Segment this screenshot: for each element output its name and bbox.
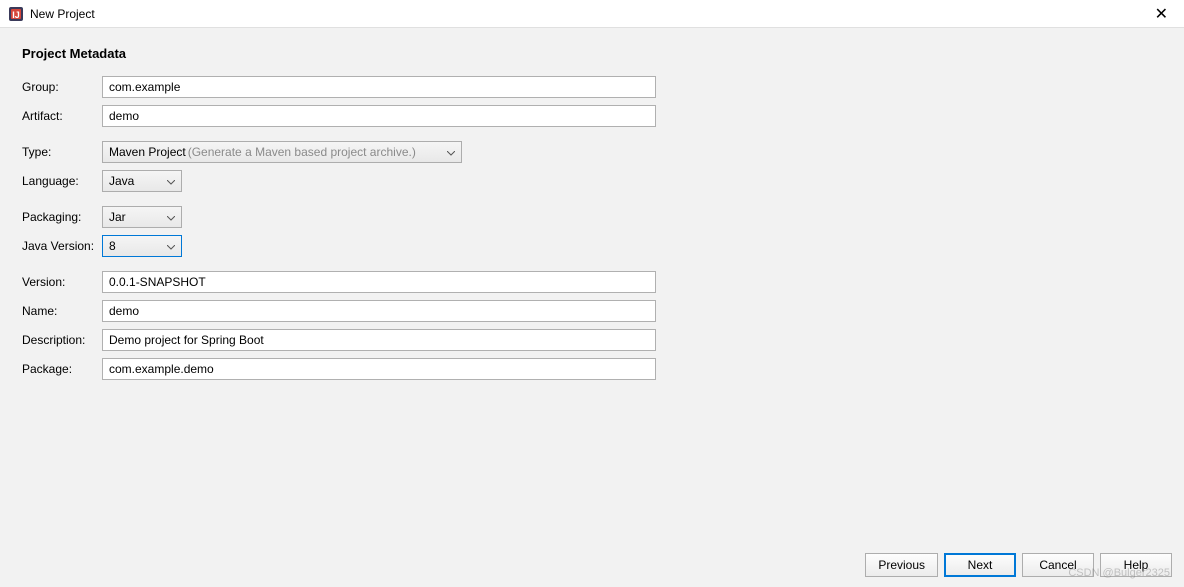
row-group: Group: [22, 75, 1162, 99]
select-language-value: Java [109, 174, 134, 188]
window-title: New Project [30, 7, 1147, 21]
input-package[interactable] [102, 358, 656, 380]
row-artifact: Artifact: [22, 104, 1162, 128]
close-icon[interactable]: ✕ [1147, 2, 1176, 26]
row-description: Description: [22, 328, 1162, 352]
select-language[interactable]: Java [102, 170, 182, 192]
select-type[interactable]: Maven Project (Generate a Maven based pr… [102, 141, 462, 163]
select-type-hint: (Generate a Maven based project archive.… [188, 145, 416, 159]
chevron-down-icon [167, 239, 175, 253]
input-artifact[interactable] [102, 105, 656, 127]
content-area: Project Metadata Group: Artifact: Type: … [0, 28, 1184, 404]
label-description: Description: [22, 333, 102, 347]
label-java-version: Java Version: [22, 239, 102, 253]
row-version: Version: [22, 270, 1162, 294]
app-icon: IJ [8, 6, 24, 22]
label-language: Language: [22, 174, 102, 188]
label-artifact: Artifact: [22, 109, 102, 123]
help-button[interactable]: Help [1100, 553, 1172, 577]
select-packaging-value: Jar [109, 210, 126, 224]
row-language: Language: Java [22, 169, 1162, 193]
button-bar: Previous Next Cancel Help [865, 553, 1172, 577]
select-java-version-value: 8 [109, 239, 116, 253]
input-description[interactable] [102, 329, 656, 351]
chevron-down-icon [167, 174, 175, 188]
input-version[interactable] [102, 271, 656, 293]
section-title: Project Metadata [22, 46, 1162, 61]
previous-button[interactable]: Previous [865, 553, 938, 577]
select-packaging[interactable]: Jar [102, 206, 182, 228]
label-version: Version: [22, 275, 102, 289]
label-type: Type: [22, 145, 102, 159]
input-name[interactable] [102, 300, 656, 322]
label-group: Group: [22, 80, 102, 94]
select-type-value: Maven Project [109, 145, 186, 159]
input-group[interactable] [102, 76, 656, 98]
row-package: Package: [22, 357, 1162, 381]
label-packaging: Packaging: [22, 210, 102, 224]
row-java-version: Java Version: 8 [22, 234, 1162, 258]
label-package: Package: [22, 362, 102, 376]
chevron-down-icon [447, 145, 455, 159]
label-name: Name: [22, 304, 102, 318]
next-button[interactable]: Next [944, 553, 1016, 577]
chevron-down-icon [167, 210, 175, 224]
row-type: Type: Maven Project (Generate a Maven ba… [22, 140, 1162, 164]
select-java-version[interactable]: 8 [102, 235, 182, 257]
title-bar: IJ New Project ✕ [0, 0, 1184, 28]
row-name: Name: [22, 299, 1162, 323]
svg-text:IJ: IJ [12, 10, 20, 20]
row-packaging: Packaging: Jar [22, 205, 1162, 229]
cancel-button[interactable]: Cancel [1022, 553, 1094, 577]
